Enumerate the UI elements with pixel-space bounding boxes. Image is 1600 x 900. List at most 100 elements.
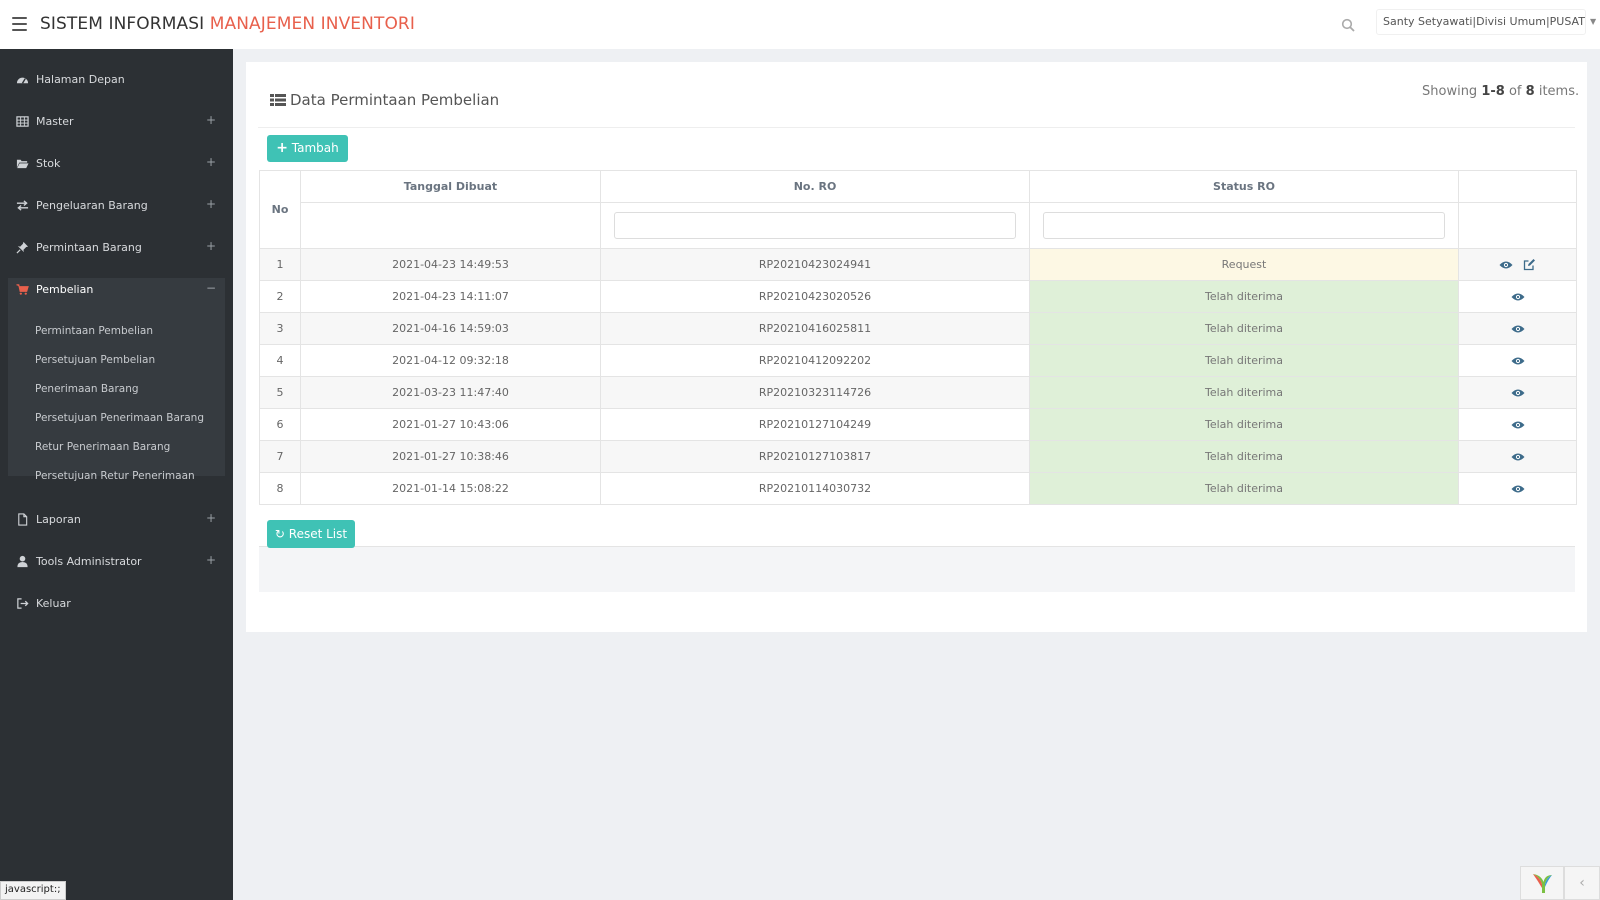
filter-status-input[interactable] <box>1043 212 1445 239</box>
view-eye-icon[interactable] <box>1511 420 1525 430</box>
table-icon <box>16 116 29 127</box>
cell-no: 8 <box>259 472 301 505</box>
summary-prefix: Showing <box>1422 84 1478 99</box>
user-icon <box>17 555 28 568</box>
sidebar-item-keluar[interactable]: Keluar <box>0 583 233 625</box>
cell-no: 3 <box>259 312 301 345</box>
cell-status: Telah diterima <box>1029 440 1459 473</box>
cell-ro: RP20210323114726 <box>600 376 1030 409</box>
cell-ro: RP20210412092202 <box>600 344 1030 377</box>
sidebar-item-label: Pembelian <box>36 283 94 296</box>
page-title-text: Data Permintaan Pembelian <box>290 91 500 109</box>
view-eye-icon[interactable] <box>1499 260 1513 270</box>
cell-ro: RP20210127103817 <box>600 440 1030 473</box>
user-name: Santy Setyawati|Divisi Umum|PUSAT <box>1383 15 1585 28</box>
cell-actions <box>1458 440 1577 473</box>
cell-actions <box>1458 376 1577 409</box>
filter-cell-ro <box>600 202 1030 249</box>
add-button[interactable]: + Tambah <box>267 135 348 162</box>
sign-out-icon <box>17 598 29 609</box>
sidebar-item-master[interactable]: Master + <box>0 101 233 143</box>
cell-status: Telah diterima <box>1029 472 1459 505</box>
table-row: 5 2021-03-23 11:47:40 RP20210323114726 T… <box>259 376 1577 409</box>
browser-status-text: javascript:; <box>0 881 66 900</box>
column-header-ro[interactable]: No. RO <box>600 170 1030 203</box>
folder-open-icon <box>16 159 29 169</box>
cell-status: Telah diterima <box>1029 280 1459 313</box>
hamburger-menu-icon[interactable] <box>12 17 27 31</box>
dashboard-icon <box>16 77 29 84</box>
cell-date: 2021-04-23 14:11:07 <box>300 280 601 313</box>
list-icon <box>270 94 286 106</box>
add-button-label: Tambah <box>291 141 339 155</box>
sidebar-item-label: Pengeluaran Barang <box>36 199 148 212</box>
submenu-item-persetujuan-penerimaan-barang[interactable]: Persetujuan Penerimaan Barang <box>35 412 204 424</box>
sidebar-item-tools-administrator[interactable]: Tools Administrator + <box>0 541 233 583</box>
cell-no: 4 <box>259 344 301 377</box>
reset-list-button[interactable]: ↻ Reset List <box>267 520 355 548</box>
table-row: 1 2021-04-23 14:49:53 RP20210423024941 R… <box>259 248 1577 281</box>
plus-icon: + <box>276 140 288 156</box>
submenu-item-permintaan-pembelian[interactable]: Permintaan Pembelian <box>35 325 153 337</box>
sidebar-item-label: Stok <box>36 157 61 170</box>
cell-date: 2021-03-23 11:47:40 <box>300 376 601 409</box>
sidebar-item-label: Keluar <box>36 597 71 610</box>
cell-no: 6 <box>259 408 301 441</box>
cell-status: Telah diterima <box>1029 376 1459 409</box>
submenu-item-persetujuan-retur-penerimaan[interactable]: Persetujuan Retur Penerimaan <box>35 470 195 482</box>
cell-actions <box>1458 344 1577 377</box>
submenu-item-retur-penerimaan-barang[interactable]: Retur Penerimaan Barang <box>35 441 170 453</box>
yii-debug-toolbar-toggle[interactable] <box>1520 866 1564 900</box>
summary-range: 1-8 <box>1481 84 1505 99</box>
user-dropdown[interactable]: Santy Setyawati|Divisi Umum|PUSAT ▼ <box>1376 9 1596 35</box>
cell-no: 5 <box>259 376 301 409</box>
sidebar-item-pembelian[interactable]: Pembelian − <box>0 269 233 311</box>
search-icon[interactable] <box>1341 18 1355 32</box>
cell-date: 2021-04-23 14:49:53 <box>300 248 601 281</box>
column-header-status[interactable]: Status RO <box>1029 170 1459 203</box>
filter-cell-status <box>1029 202 1459 249</box>
yii-logo-icon <box>1533 874 1552 893</box>
cell-status: Telah diterima <box>1029 344 1459 377</box>
sidebar-item-laporan[interactable]: Laporan + <box>0 499 233 541</box>
sidebar-item-pengeluaran-barang[interactable]: Pengeluaran Barang + <box>0 185 233 227</box>
view-eye-icon[interactable] <box>1511 452 1525 462</box>
summary-of: of <box>1508 84 1522 99</box>
content-panel: Data Permintaan Pembelian Showing 1-8 of… <box>246 62 1587 632</box>
summary-total: 8 <box>1525 84 1535 99</box>
view-eye-icon[interactable] <box>1511 484 1525 494</box>
cell-no: 2 <box>259 280 301 313</box>
summary-suffix: items. <box>1538 84 1580 99</box>
column-header-actions <box>1458 170 1577 203</box>
sidebar-item-permintaan-barang[interactable]: Permintaan Barang + <box>0 227 233 269</box>
cell-no: 1 <box>259 248 301 281</box>
cell-ro: RP20210423024941 <box>600 248 1030 281</box>
reset-button-label: Reset List <box>288 527 348 541</box>
panel-footer <box>259 546 1575 592</box>
cell-ro: RP20210416025811 <box>600 312 1030 345</box>
submenu-item-penerimaan-barang[interactable]: Penerimaan Barang <box>35 383 139 395</box>
grid-summary: Showing 1-8 of 8 items. <box>1422 84 1579 99</box>
submenu-item-persetujuan-pembelian[interactable]: Persetujuan Pembelian <box>35 354 155 366</box>
data-table: No Tanggal Dibuat No. RO Status RO 1 202… <box>259 170 1577 505</box>
column-header-no: No <box>259 170 301 249</box>
table-row: 8 2021-01-14 15:08:22 RP20210114030732 T… <box>259 472 1577 505</box>
view-eye-icon[interactable] <box>1511 324 1525 334</box>
filter-cell-date <box>300 202 601 249</box>
sidebar-item-stok[interactable]: Stok + <box>0 143 233 185</box>
view-eye-icon[interactable] <box>1511 356 1525 366</box>
caret-down-icon: ▼ <box>1589 17 1597 26</box>
sidebar-item-halaman-depan[interactable]: Halaman Depan <box>0 59 233 101</box>
cell-status: Telah diterima <box>1029 408 1459 441</box>
column-header-date[interactable]: Tanggal Dibuat <box>300 170 601 203</box>
top-navbar: SISTEM INFORMASI MANAJEMEN INVENTORI San… <box>0 0 1600 49</box>
edit-icon[interactable] <box>1523 258 1536 271</box>
table-row: 6 2021-01-27 10:43:06 RP20210127104249 T… <box>259 408 1577 441</box>
expand-icon: + <box>206 511 217 525</box>
filter-ro-input[interactable] <box>614 212 1016 239</box>
view-eye-icon[interactable] <box>1511 292 1525 302</box>
view-eye-icon[interactable] <box>1511 388 1525 398</box>
chevron-left-icon[interactable]: ‹ <box>1564 866 1600 900</box>
expand-icon: + <box>206 113 217 127</box>
cell-ro: RP20210423020526 <box>600 280 1030 313</box>
